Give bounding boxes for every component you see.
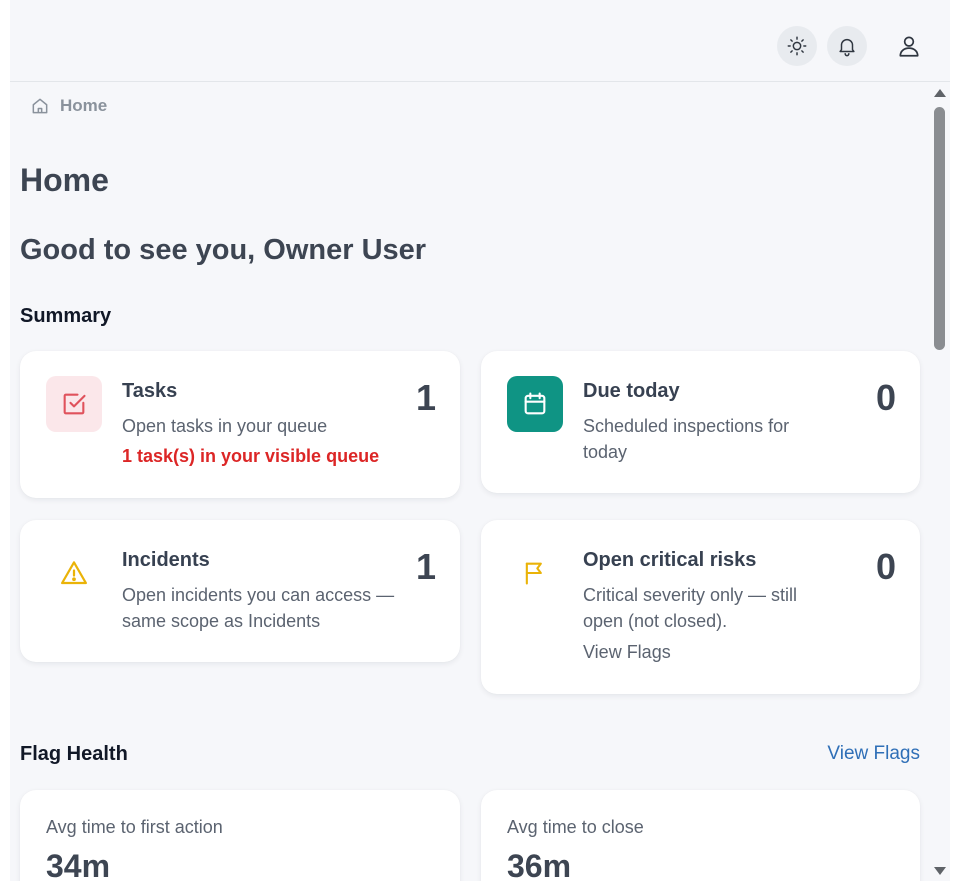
calendar-icon [524, 392, 546, 415]
tasks-title: Tasks [122, 380, 178, 402]
flag-health-view-flags-link[interactable]: View Flags [827, 743, 920, 765]
critical-risks-title: Open critical risks [583, 549, 757, 571]
avg-first-action-card: Avg time to first action 34m [20, 790, 460, 881]
scroll-down-arrow[interactable] [934, 867, 946, 875]
avg-first-action-label: Avg time to first action [46, 817, 223, 837]
breadcrumb: Home [30, 96, 107, 116]
tasks-queue-note: 1 task(s) in your visible queue [122, 446, 380, 466]
top-bar [10, 0, 950, 82]
summary-heading: Summary [20, 305, 112, 327]
greeting: Good to see you, Owner User [20, 234, 427, 266]
app-frame: Home Home Good to see you, Owner User Su… [10, 0, 950, 881]
notifications-button[interactable] [827, 26, 867, 66]
critical-risks-count: 0 [875, 546, 896, 587]
bell-icon [839, 38, 855, 57]
critical-risks-description: Critical severity only — still open (not… [583, 585, 798, 631]
breadcrumb-home-link[interactable]: Home [60, 96, 107, 116]
page-title: Home [20, 162, 109, 198]
profile-button[interactable] [889, 26, 929, 66]
flag-health-heading: Flag Health [20, 743, 128, 765]
flag-icon [525, 562, 542, 585]
due-today-count: 0 [875, 377, 896, 418]
incidents-card[interactable]: Incidents 1 Open incidents you can acces… [20, 520, 460, 662]
due-today-description: Scheduled inspections for today [583, 416, 790, 462]
home-icon [32, 98, 48, 114]
user-icon [899, 36, 919, 57]
incidents-count: 1 [415, 546, 436, 587]
sun-icon [787, 36, 807, 56]
incidents-description: Open incidents you can access — same sco… [122, 585, 395, 631]
checkbox-icon [63, 393, 86, 415]
avg-close-value: 36m [507, 848, 572, 881]
avg-close-label: Avg time to close [507, 817, 644, 837]
theme-toggle-button[interactable] [777, 26, 817, 66]
avg-close-card: Avg time to close 36m [481, 790, 920, 881]
due-today-icon-box [507, 376, 563, 432]
scroll-up-arrow[interactable] [934, 89, 946, 97]
tasks-description: Open tasks in your queue [122, 416, 328, 436]
due-today-card[interactable]: Due today 0 Scheduled inspections for to… [481, 351, 920, 493]
tasks-icon-box [46, 376, 102, 432]
incidents-icon-box [46, 545, 102, 601]
due-today-title: Due today [583, 380, 680, 402]
critical-risks-card[interactable]: Open critical risks 0 Critical severity … [481, 520, 920, 694]
avg-first-action-value: 34m [46, 848, 111, 881]
scroll-thumb[interactable] [934, 107, 945, 350]
warning-icon [61, 561, 87, 585]
incidents-title: Incidents [122, 549, 210, 571]
critical-risks-icon-box [507, 545, 563, 601]
tasks-card[interactable]: Tasks 1 Open tasks in your queue 1 task(… [20, 351, 460, 498]
critical-risks-view-flags-link[interactable]: View Flags [583, 639, 671, 665]
scrollbar[interactable] [930, 83, 950, 881]
